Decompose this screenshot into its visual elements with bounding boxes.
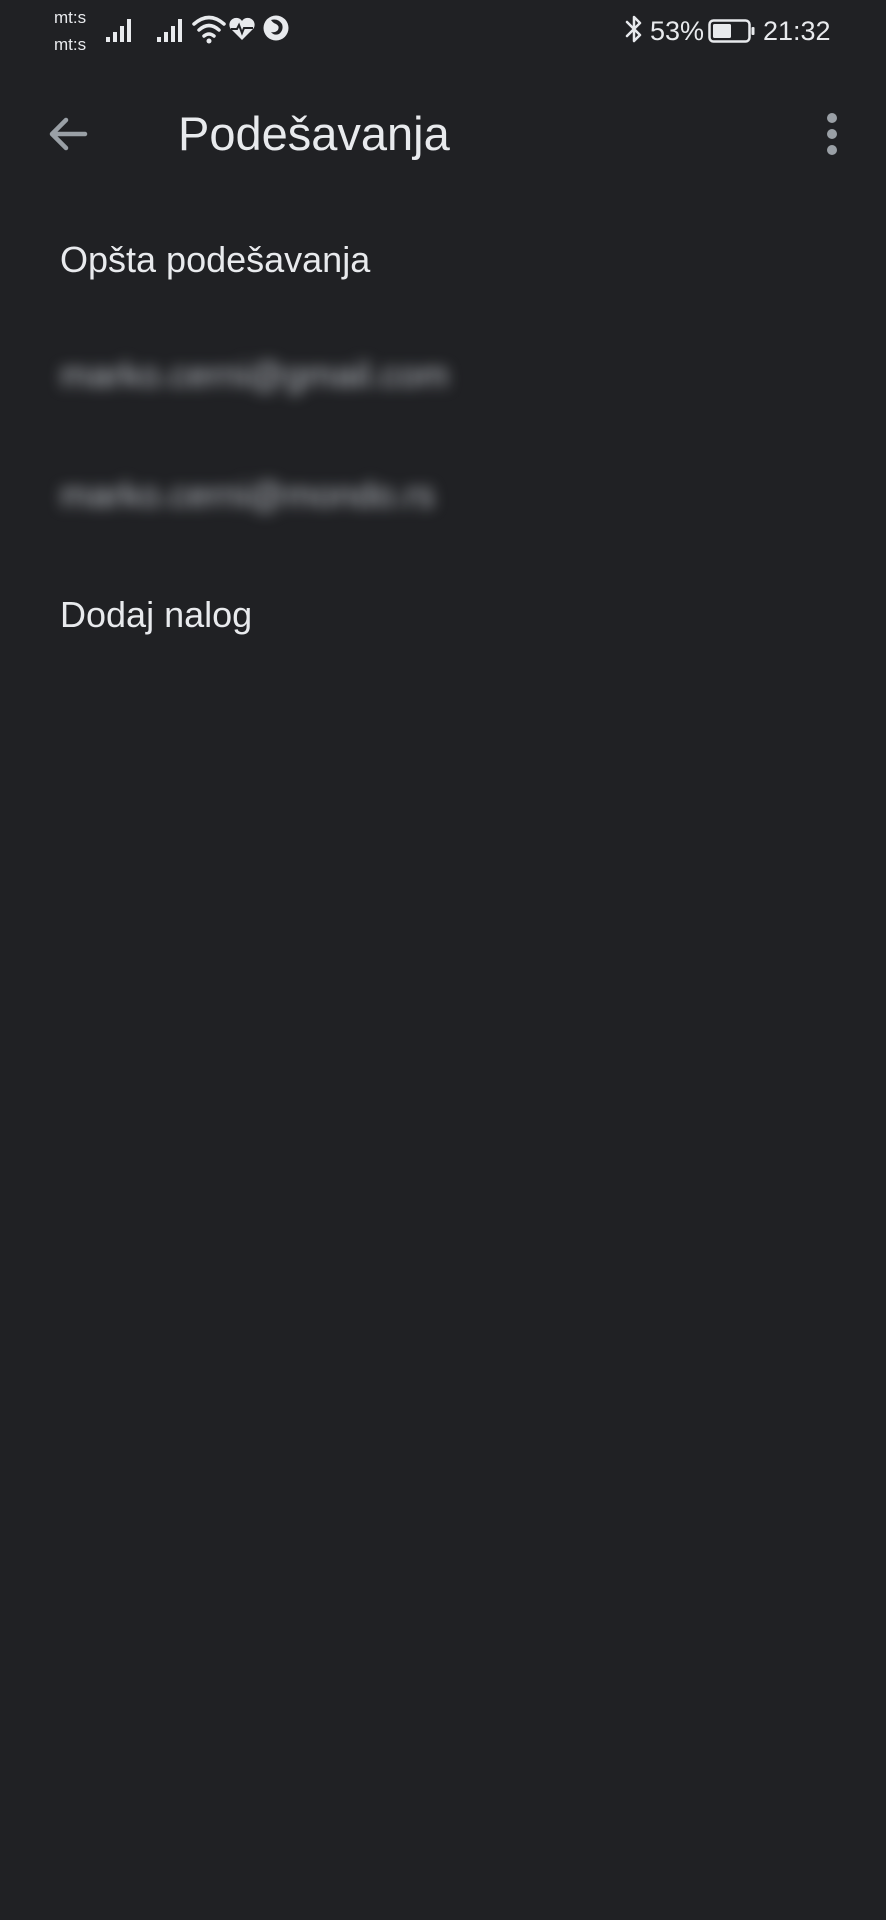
account-email: marko.cerni@mondo.rs (60, 474, 435, 515)
wifi-icon (192, 15, 226, 44)
page-title: Podešavanja (178, 107, 450, 160)
add-account-label: Dodaj nalog (60, 594, 253, 635)
more-options-button[interactable] (808, 102, 856, 166)
status-bar: mt:s mt:s 53% 21:32 (0, 0, 886, 64)
general-settings-label: Opšta podešavanja (60, 239, 371, 280)
health-icon (229, 17, 255, 40)
battery-percent: 53% (650, 16, 705, 46)
account-item[interactable]: marko.cerni@gmail.com (0, 320, 886, 430)
app-bar: Podešavanja (0, 80, 886, 180)
arrow-back-icon (49, 117, 88, 151)
back-button[interactable] (36, 102, 100, 166)
carrier-label-1: mt:s (54, 8, 87, 27)
bluetooth-icon (625, 15, 642, 43)
carrier-label-2: mt:s (54, 35, 87, 54)
battery-icon (708, 19, 755, 43)
firefox-icon (263, 15, 289, 41)
more-vert-icon (827, 113, 837, 155)
clock: 21:32 (763, 16, 831, 46)
general-settings-item[interactable]: Opšta podešavanja (0, 205, 886, 315)
account-item[interactable]: marko.cerni@mondo.rs (0, 440, 886, 550)
add-account-item[interactable]: Dodaj nalog (0, 560, 886, 670)
account-email: marko.cerni@gmail.com (60, 354, 449, 395)
signal-icon (157, 19, 182, 42)
signal-icon (106, 19, 131, 42)
